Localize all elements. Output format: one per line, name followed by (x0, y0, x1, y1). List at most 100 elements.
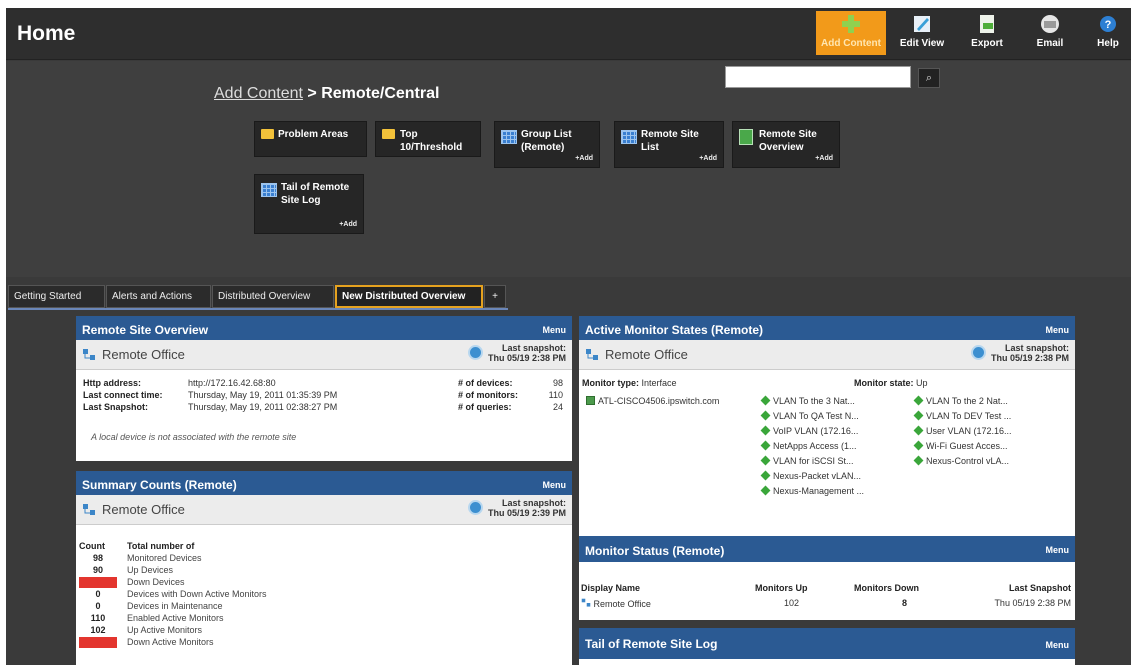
tile-add-link[interactable]: +Add (699, 155, 717, 162)
up-status-icon (760, 470, 771, 481)
edit-view-button[interactable]: Edit View (896, 11, 948, 55)
svg-text:?: ? (1105, 19, 1112, 31)
widget-header: Tail of Remote Site Log Menu (579, 628, 1075, 659)
status-row-down: 8 (902, 598, 908, 608)
widget-menu-button[interactable]: Menu (1046, 545, 1070, 555)
monitor-item[interactable]: NetApps Access (1... (760, 440, 857, 451)
device-icon (586, 396, 595, 405)
summary-label[interactable]: Devices with Down Active Monitors (127, 589, 267, 599)
monitor-item[interactable]: VoIP VLAN (172.16... (760, 425, 858, 436)
export-button[interactable]: Export (961, 11, 1013, 55)
local-device-note: A local device is not associated with th… (91, 432, 297, 442)
monitor-item-label: NetApps Access (1... (773, 441, 857, 451)
remote-office-icon (83, 504, 95, 515)
add-content-panel (6, 61, 1131, 277)
tile-remote-site-list[interactable]: Remote Site List +Add (614, 121, 724, 168)
tile-add-link[interactable]: +Add (815, 155, 833, 162)
widget-header: Remote Site Overview Menu (76, 316, 572, 340)
monitor-item-label: VLAN To DEV Test ... (926, 411, 1012, 421)
monitor-item[interactable]: Nexus-Management ... (760, 485, 864, 496)
monitor-item[interactable]: Nexus-Packet vLAN... (760, 470, 861, 481)
up-status-icon (760, 410, 771, 421)
tile-label: Remote Site List (641, 129, 699, 153)
widget-subheader: Remote Office Last snapshot: Thu 05/19 2… (76, 495, 572, 525)
monitor-item[interactable]: VLAN To QA Test N... (760, 410, 859, 421)
breadcrumb-add-content-link[interactable]: Add Content (214, 85, 303, 102)
top-bar: Home Add Content Edit View Export Email … (6, 8, 1131, 60)
widget-menu-button[interactable]: Menu (1046, 640, 1070, 650)
widget-title: Monitor Status (Remote) (585, 544, 725, 558)
tile-top-10-threshold[interactable]: Top 10/Threshold (375, 121, 481, 157)
monitor-item[interactable]: Wi-Fi Guest Acces... (913, 440, 1008, 451)
summary-label[interactable]: Down Devices (127, 577, 185, 587)
widget-title: Summary Counts (Remote) (82, 478, 237, 492)
tab-alerts-and-actions[interactable]: Alerts and Actions (106, 285, 211, 308)
export-label: Export (971, 38, 1003, 49)
widget-menu-button[interactable]: Menu (543, 480, 567, 490)
add-content-button[interactable]: Add Content (816, 11, 886, 55)
devices-count-label: # of devices: (458, 378, 513, 388)
tab-new-distributed-overview[interactable]: New Distributed Overview (335, 285, 483, 308)
summary-label[interactable]: Monitored Devices (127, 553, 202, 563)
tile-add-link[interactable]: +Add (575, 155, 593, 162)
edit-view-icon (914, 16, 930, 32)
status-row-name-text: Remote Office (593, 599, 651, 609)
monitors-count-label: # of monitors: (458, 390, 518, 400)
monitor-type-label: Monitor type: (582, 378, 639, 388)
remote-site-overview-widget: Remote Site Overview Menu Remote Office … (76, 316, 572, 461)
monitor-item[interactable]: VLAN for iSCSI St... (760, 455, 854, 466)
widget-menu-button[interactable]: Menu (543, 325, 567, 335)
summary-label[interactable]: Enabled Active Monitors (127, 613, 224, 623)
tab-add-button[interactable]: + (484, 285, 506, 308)
tab-getting-started[interactable]: Getting Started (8, 285, 105, 308)
search-input[interactable] (725, 66, 911, 88)
last-snapshot: Last snapshot: Thu 05/19 2:38 PM (467, 343, 566, 363)
email-button[interactable]: Email (1024, 11, 1076, 55)
summary-count: 102 (90, 625, 106, 635)
summary-label[interactable]: Devices in Maintenance (127, 601, 223, 611)
grid-icon (261, 183, 277, 197)
tile-problem-areas[interactable]: Problem Areas (254, 121, 367, 157)
monitor-item[interactable]: User VLAN (172.16... (913, 425, 1012, 436)
summary-label[interactable]: Down Active Monitors (127, 637, 214, 647)
monitor-status-widget: Monitor Status (Remote) Menu Display Nam… (579, 536, 1075, 620)
device-link[interactable]: ATL-CISCO4506.ipswitch.com (586, 396, 719, 406)
monitor-item[interactable]: Nexus-Control vLA... (913, 455, 1010, 466)
tile-label: Top 10/Threshold (400, 129, 463, 153)
remote-office-name: Remote Office (102, 347, 185, 362)
tile-add-link[interactable]: +Add (339, 221, 357, 228)
monitor-type-value: Interface (641, 378, 677, 388)
summary-count: 98 (92, 553, 103, 563)
monitor-item[interactable]: VLAN To DEV Test ... (913, 410, 1012, 421)
tile-remote-site-overview[interactable]: Remote Site Overview +Add (732, 121, 840, 168)
summary-count: 0 (95, 589, 101, 599)
http-address-label: Http address: (83, 378, 142, 388)
tile-tail-of-remote-site-log[interactable]: Tail of Remote Site Log +Add (254, 174, 364, 234)
summary-counts-widget: Summary Counts (Remote) Menu Remote Offi… (76, 471, 572, 665)
widget-menu-button[interactable]: Menu (1046, 325, 1070, 335)
up-status-icon (760, 485, 771, 496)
remote-office-name: Remote Office (605, 347, 688, 362)
remote-office-name: Remote Office (102, 502, 185, 517)
queries-count-label: # of queries: (458, 402, 512, 412)
tile-label: Remote Site Overview (759, 129, 817, 153)
summary-label[interactable]: Up Devices (127, 565, 173, 575)
last-snapshot: Last snapshot: Thu 05/19 2:38 PM (970, 343, 1069, 363)
search-button[interactable]: ⌕ (918, 68, 940, 88)
summary-label[interactable]: Up Active Monitors (127, 625, 202, 635)
tile-group-list-remote[interactable]: Group List (Remote) +Add (494, 121, 600, 168)
monitors-up-header: Monitors Up (755, 583, 808, 593)
edit-view-label: Edit View (899, 38, 945, 49)
tab-distributed-overview[interactable]: Distributed Overview (212, 285, 334, 308)
remote-office-icon (586, 349, 598, 360)
monitor-item-label: Nexus-Control vLA... (926, 456, 1010, 466)
summary-count: 110 (90, 613, 106, 623)
total-column-header: Total number of (127, 541, 195, 551)
status-row-name[interactable]: Remote Office (581, 598, 651, 609)
last-snapshot-header: Last Snapshot (1008, 583, 1071, 593)
monitor-item[interactable]: VLAN To the 2 Nat... (913, 395, 1008, 406)
monitor-item[interactable]: VLAN To the 3 Nat... (760, 395, 855, 406)
grid-icon (621, 130, 637, 144)
help-button[interactable]: ? Help (1082, 11, 1131, 55)
up-status-icon (913, 455, 924, 466)
